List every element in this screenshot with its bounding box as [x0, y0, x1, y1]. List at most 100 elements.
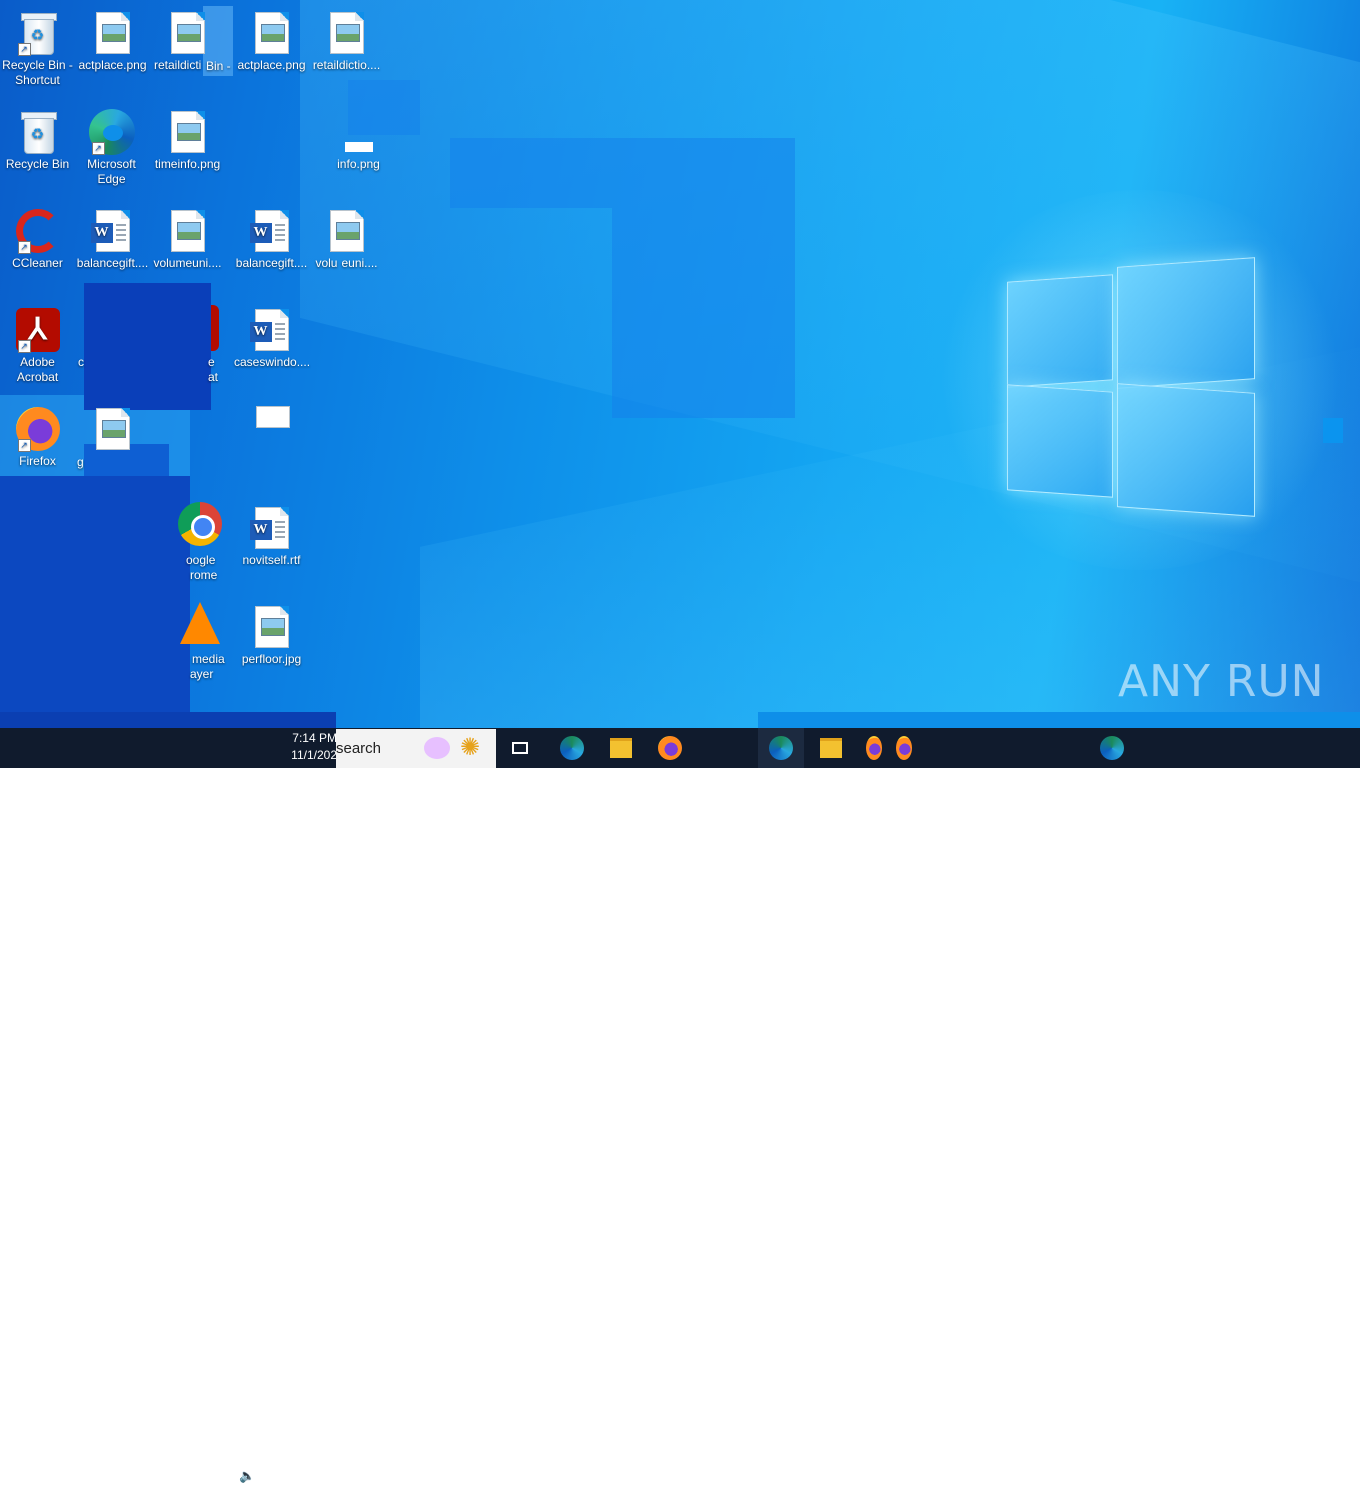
desktop-icon-balancegift[interactable]: W balancegift.... — [75, 202, 150, 271]
edge-taskbar-button-2[interactable] — [1098, 728, 1126, 768]
render-artifact — [758, 712, 1360, 728]
logo-pane — [1007, 384, 1113, 498]
firefox-taskbar-button-ghost[interactable] — [896, 728, 912, 768]
network-icon[interactable]: ⧉ — [217, 1468, 226, 1484]
word-file-icon: W — [249, 210, 289, 252]
icon-label: Recycle Bin — [5, 157, 70, 171]
clock-date: 11/1/202 — [291, 748, 337, 762]
logo-pane — [1117, 383, 1255, 517]
firefox-icon — [896, 736, 912, 760]
icon-label: retaildictio.... — [312, 58, 381, 72]
icon-label-fragment: rome — [190, 568, 218, 582]
desktop-icon-microsoft-edge[interactable]: ↗ Microsoft Edge — [74, 103, 149, 187]
desktop-icon-timeinfo[interactable]: timeinfo.png — [150, 103, 225, 172]
desktop-icon-balancegift-2[interactable]: W balancegift.... — [234, 202, 309, 271]
chrome-icon[interactable] — [178, 502, 222, 546]
word-file-icon: W — [249, 309, 289, 351]
image-file-icon — [95, 408, 130, 450]
icon-label: novitself.rtf — [242, 553, 301, 567]
firefox-icon — [658, 736, 682, 760]
volume-icon[interactable]: 🔈 — [239, 1468, 255, 1484]
icon-label: Microsoft Edge — [87, 157, 136, 186]
image-file-icon — [254, 12, 289, 54]
icon-label: Adobe Acrobat — [16, 355, 59, 384]
render-artifact — [169, 283, 211, 410]
file-explorer-icon — [820, 738, 842, 758]
desktop-icon-firefox[interactable]: ↗ Firefox — [0, 400, 75, 469]
icon-label: actplace.png — [78, 58, 147, 72]
logo-pane — [1117, 257, 1255, 389]
icon-label-fragment: g — [77, 455, 84, 469]
desktop-icon-perfloor[interactable]: perfloor.jpg — [234, 598, 309, 667]
icon-label: caseswindo.... — [234, 355, 311, 369]
render-artifact — [0, 712, 336, 728]
icon-label: timeinfo.png — [154, 157, 221, 171]
desktop-icon-retaildictio[interactable]: retaildictio.... — [309, 4, 384, 73]
image-file-icon — [170, 111, 205, 153]
firefox-icon — [866, 736, 882, 760]
icon-label: Recycle Bin - Shortcut — [2, 58, 73, 87]
desktop-icon-info[interactable]: info.png — [321, 103, 396, 172]
desktop-icon-caseswindo[interactable]: W caseswindo.... — [234, 301, 311, 370]
search-box[interactable]: search ✺ — [336, 729, 496, 768]
display-icon[interactable]: ▭ — [263, 1468, 275, 1484]
firefox-taskbar-button[interactable] — [656, 728, 684, 768]
edge-icon — [769, 736, 793, 760]
icon-label-fragment: c — [78, 355, 84, 369]
edge-taskbar-button-ghost[interactable] — [758, 728, 804, 768]
edge-icon — [1100, 736, 1124, 760]
icon-label-fragment: Bin - — [206, 59, 231, 73]
clock-time: 7:14 PM — [292, 731, 337, 745]
icon-label-fragment: media — [192, 652, 225, 666]
icon-label: balancegift.... — [76, 256, 149, 270]
file-explorer-taskbar-button[interactable] — [607, 728, 635, 768]
search-text: search — [336, 740, 382, 757]
logo-pane — [1007, 274, 1113, 388]
desktop-icon-ccleaner[interactable]: ↗ CCleaner — [0, 202, 75, 271]
windows-logo — [1005, 257, 1255, 517]
icon-label: CCleaner — [12, 256, 63, 270]
image-file-icon — [254, 606, 289, 648]
icon-label: volumeuni.... — [153, 256, 222, 270]
word-file-icon: W — [90, 210, 130, 252]
render-artifact — [0, 476, 190, 712]
desktop-icon-actplace[interactable]: actplace.png — [75, 4, 150, 73]
image-file-icon — [170, 210, 205, 252]
desktop-icon-recycle-bin[interactable]: ♻ Recycle Bin — [0, 103, 75, 172]
chevron-up-icon[interactable]: ︿ — [191, 1468, 204, 1487]
image-file-icon — [329, 12, 364, 54]
firefox-taskbar-button-ghost[interactable] — [866, 728, 882, 768]
render-artifact — [612, 208, 795, 418]
icon-label: info.png — [337, 157, 380, 171]
image-file-icon — [170, 12, 205, 54]
desktop-icon-g[interactable] — [75, 400, 150, 454]
file-explorer-icon — [610, 738, 632, 758]
icon-label: actplace.png — [237, 58, 306, 72]
icon-label-fragment: at — [208, 370, 219, 384]
desktop-icon-actplace-2[interactable]: actplace.png — [234, 4, 309, 73]
vlc-icon[interactable] — [180, 602, 220, 644]
desktop-icon-recycle-bin-shortcut[interactable]: ♻ ↗ Recycle Bin - Shortcut — [0, 4, 75, 88]
recycle-bin-icon: ♻ — [20, 112, 57, 154]
word-file-icon: W — [249, 507, 289, 549]
file-explorer-taskbar-button-ghost[interactable] — [817, 728, 845, 768]
icon-label: Firefox — [19, 454, 56, 468]
system-clock[interactable]: 7:14 PM 11/1/202 — [283, 730, 337, 764]
edge-icon — [560, 736, 584, 760]
search-highlight-icon: ✺ — [460, 734, 481, 761]
image-file-icon — [329, 210, 364, 252]
desktop-background: ♻ ↗ Recycle Bin - Shortcut ♻ Recycle Bin … — [0, 0, 1360, 728]
desktop-icon-volumeuni-2[interactable]: volu euni.... — [309, 202, 384, 271]
edge-taskbar-button[interactable] — [558, 728, 586, 768]
image-file-icon — [95, 12, 130, 54]
icon-label: volu euni.... — [315, 256, 378, 270]
desktop-icon-volumeuni[interactable]: volumeuni.... — [150, 202, 225, 271]
icon-label: balancegift.... — [235, 256, 308, 270]
image-file-icon[interactable] — [256, 406, 290, 428]
render-artifact — [84, 283, 169, 410]
search-highlight-icon — [424, 737, 450, 759]
desktop-icon-novitself[interactable]: W novitself.rtf — [234, 499, 309, 568]
desktop-icon-adobe-acrobat[interactable]: ⅄ ↗ Adobe Acrobat — [0, 301, 75, 385]
task-view-icon[interactable] — [506, 728, 534, 768]
anyrun-watermark: ANY RUN — [1118, 656, 1325, 707]
